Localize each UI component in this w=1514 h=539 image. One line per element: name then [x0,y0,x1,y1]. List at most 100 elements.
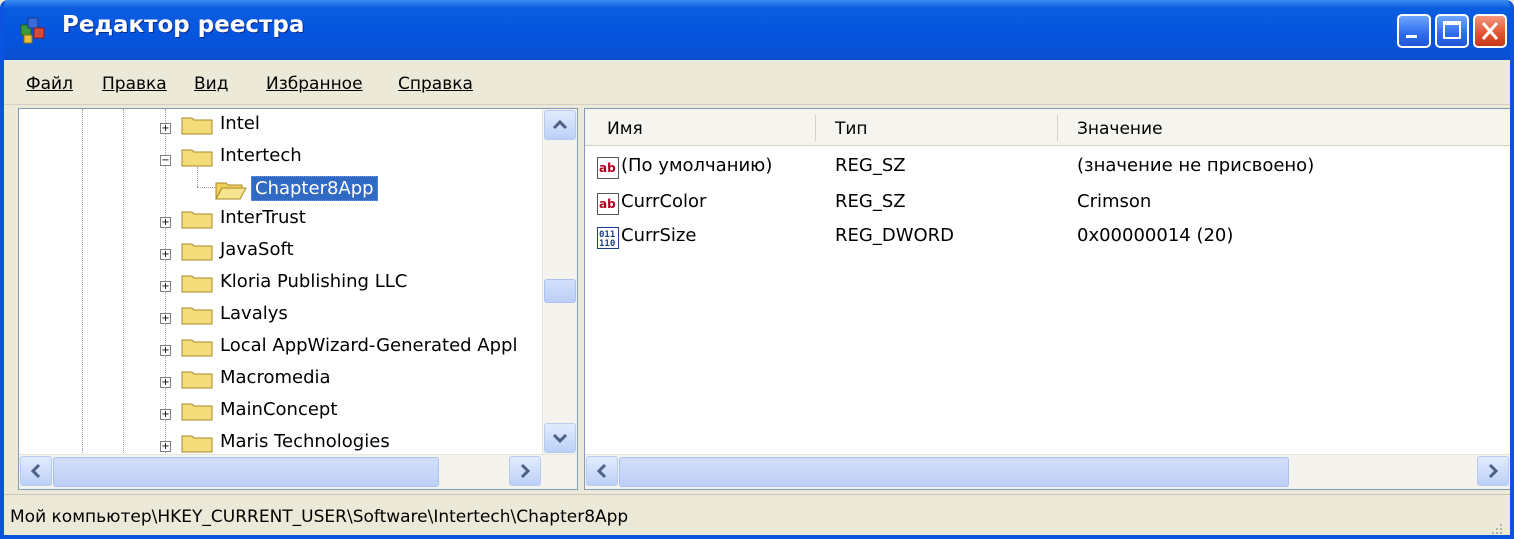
close-icon [1481,22,1499,40]
tree-item-label: Chapter8App [251,176,378,201]
svg-text:110: 110 [599,239,615,249]
string-value-icon: ab [597,157,619,179]
tree-item-label: Lavalys [220,303,288,324]
values-list-pane[interactable]: Имя Тип Значение ab (По умолчанию) REG_S… [584,108,1510,490]
menu-favorites-label: Избранное [266,74,363,94]
scroll-left-button[interactable] [586,456,618,486]
resize-grip-icon[interactable] [1488,520,1504,536]
scroll-right-button[interactable] [509,456,541,486]
column-header-type[interactable]: Тип [835,119,868,139]
tree-item-intertrust[interactable]: + InterTrust [19,205,539,235]
title-bar[interactable]: Редактор реестра [4,0,1510,60]
menu-view[interactable]: Вид [194,74,228,94]
minimize-icon [1406,35,1417,38]
expand-button[interactable]: + [160,249,171,260]
value-data: Crimson [1077,191,1152,212]
folder-icon [181,211,213,229]
tree-item-label: Intel [220,113,260,134]
scroll-thumb[interactable] [53,457,439,487]
value-row[interactable]: 011 110 CurrSize REG_DWORD 0x00000014 (20… [585,223,1485,253]
folder-icon [181,307,213,325]
tree-item-intertech[interactable]: − Intertech [19,143,539,173]
value-row[interactable]: ab (По умолчанию) REG_SZ (значение не пр… [585,153,1485,183]
chevron-right-icon [520,463,531,479]
tree-item-label: MainConcept [220,399,338,420]
tree-item-javasoft[interactable]: + JavaSoft [19,237,539,267]
menu-bar: Файл Правка Вид Избранное Справка [4,60,1510,105]
scroll-right-button[interactable] [1477,456,1509,486]
expand-button[interactable]: + [160,313,171,324]
scroll-thumb[interactable] [544,279,576,303]
tree-item-label: Kloria Publishing LLC [220,271,408,292]
open-folder-icon [215,182,247,200]
column-separator[interactable] [815,115,816,141]
maximize-button[interactable] [1435,14,1469,48]
expand-button[interactable]: + [160,123,171,134]
tree-vertical-scrollbar[interactable] [542,109,577,455]
folder-icon [181,403,213,421]
value-type: REG_DWORD [835,225,955,246]
value-name: CurrSize [621,225,697,246]
tree-item-maris[interactable]: + Maris Technologies [19,429,539,455]
menu-help[interactable]: Справка [398,74,473,94]
tree-item-intel[interactable]: + Intel [19,111,539,141]
chevron-right-icon [1488,463,1499,479]
registry-editor-window: Редактор реестра Файл Правка Вид Избранн… [0,0,1514,539]
chevron-down-icon [552,433,568,444]
tree-item-label: Intertech [220,145,302,166]
value-type: REG_SZ [835,191,906,212]
menu-view-label: Вид [194,74,229,94]
chevron-up-icon [552,119,568,130]
folder-icon [181,371,213,389]
expand-button[interactable]: + [160,377,171,388]
status-path: Мой компьютер\HKEY_CURRENT_USER\Software… [10,507,629,527]
maximize-icon [1443,21,1461,39]
value-data: 0x00000014 (20) [1077,225,1234,246]
expand-button[interactable]: + [160,217,171,228]
expand-button[interactable]: + [160,345,171,356]
column-header-name[interactable]: Имя [607,119,643,139]
close-button[interactable] [1473,14,1507,48]
key-tree-pane[interactable]: + Intel − Intertech Chapter8App + InterT… [18,108,578,490]
status-bar: Мой компьютер\HKEY_CURRENT_USER\Software… [4,494,1510,536]
tree-horizontal-scrollbar[interactable] [19,454,577,489]
expand-button[interactable]: + [160,281,171,292]
tree-item-label: Local AppWizard-Generated Appl [220,335,518,356]
folder-icon [181,435,213,453]
list-horizontal-scrollbar[interactable] [585,454,1510,489]
value-name: (По умолчанию) [621,155,773,176]
collapse-button[interactable]: − [160,155,171,166]
column-separator[interactable] [1057,115,1058,141]
menu-favorites[interactable]: Избранное [266,74,363,94]
tree-item-mainconcept[interactable]: + MainConcept [19,397,539,427]
tree-item-label: InterTrust [220,207,306,228]
folder-icon [181,275,213,293]
expand-button[interactable]: + [160,441,171,452]
scroll-thumb[interactable] [619,457,1289,487]
tree-item-local-appwizard[interactable]: + Local AppWizard-Generated Appl [19,333,539,363]
folder-icon [181,243,213,261]
tree-item-label: JavaSoft [220,239,294,260]
chevron-left-icon [30,463,41,479]
string-value-icon: ab [597,193,619,215]
tree-item-kloria[interactable]: + Kloria Publishing LLC [19,269,539,299]
scroll-up-button[interactable] [544,110,576,140]
menu-file[interactable]: Файл [26,74,73,94]
tree-item-chapter8app[interactable]: Chapter8App [19,175,539,205]
value-row[interactable]: ab CurrColor REG_SZ Crimson [585,189,1485,219]
list-header: Имя Тип Значение [585,109,1510,146]
svg-text:ab: ab [599,197,616,211]
scroll-down-button[interactable] [544,423,576,453]
menu-edit[interactable]: Правка [102,74,167,94]
column-header-value[interactable]: Значение [1077,119,1163,139]
expand-button[interactable]: + [160,409,171,420]
folder-icon [181,117,213,135]
tree-item-lavalys[interactable]: + Lavalys [19,301,539,331]
menu-file-label: Файл [26,74,73,94]
value-data: (значение не присвоено) [1077,155,1315,176]
scroll-left-button[interactable] [20,456,52,486]
folder-icon [181,339,213,357]
value-name: CurrColor [621,191,707,212]
minimize-button[interactable] [1397,14,1431,48]
tree-item-macromedia[interactable]: + Macromedia [19,365,539,395]
